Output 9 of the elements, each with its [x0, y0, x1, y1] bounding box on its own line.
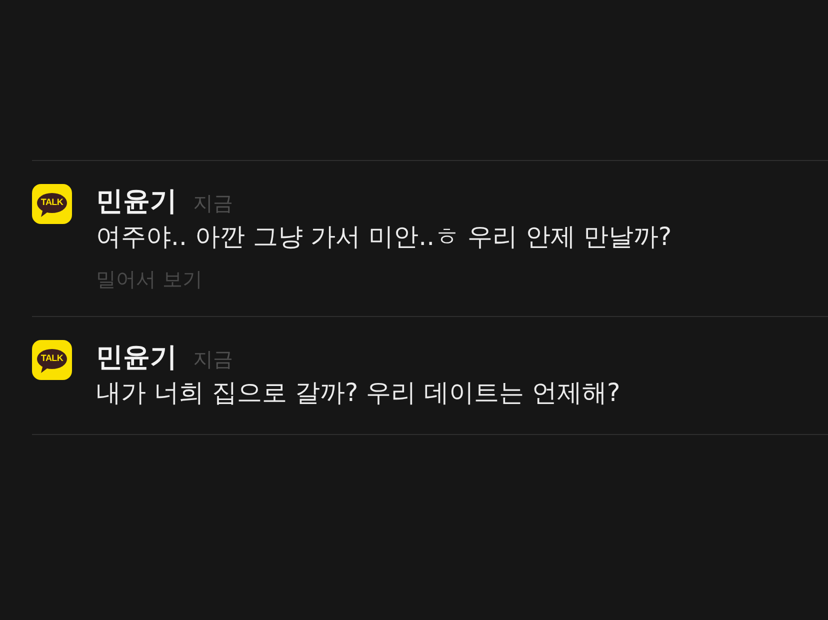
- notification-card[interactable]: TALK 민윤기 지금 내가 너희 집으로 갈까? 우리 데이트는 언제해?: [32, 316, 828, 435]
- chat-app-icon: TALK: [32, 340, 72, 380]
- sender-name: 민윤기: [96, 341, 177, 375]
- timestamp: 지금: [193, 190, 233, 217]
- sender-name: 민윤기: [96, 185, 177, 219]
- message-text: 내가 너희 집으로 갈까? 우리 데이트는 언제해?: [96, 377, 620, 409]
- message-text: 여주야.. 아깐 그냥 가서 미안..ㅎ 우리 안제 만날까?: [96, 221, 672, 253]
- timestamp: 지금: [193, 346, 233, 373]
- chat-app-icon: TALK: [32, 184, 72, 224]
